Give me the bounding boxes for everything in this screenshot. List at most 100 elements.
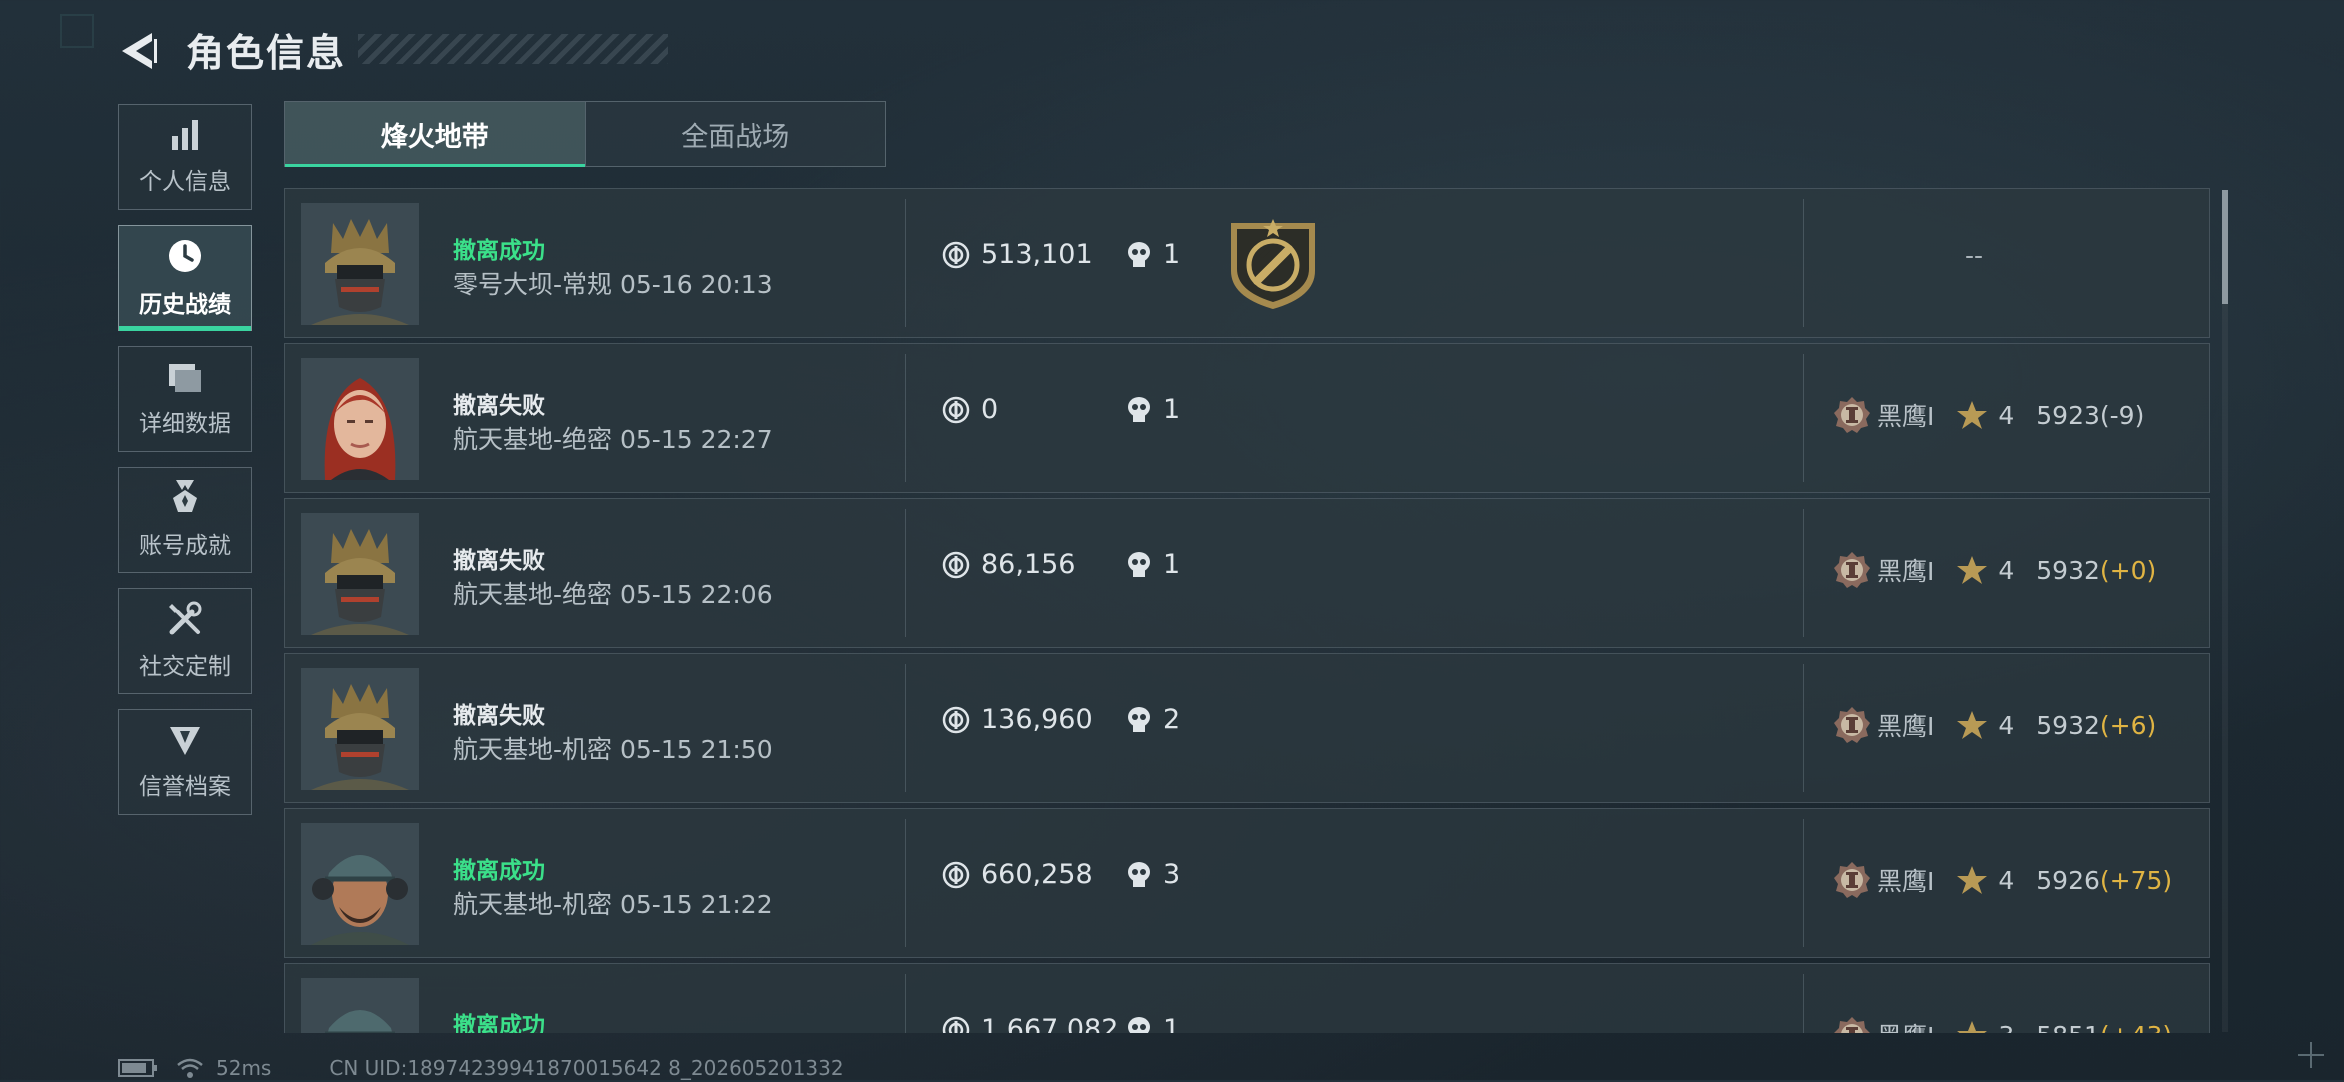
star-icon	[1957, 401, 1988, 429]
coin-icon	[942, 241, 970, 268]
map-name: 航天基地-绝密	[453, 580, 613, 609]
loot-value-text: 1,667,082	[981, 1014, 1119, 1033]
scrollbar[interactable]	[2222, 190, 2228, 1032]
rank-emblem-icon	[1834, 397, 1870, 433]
match-meta: 航天基地-机密 05-15 21:22	[453, 885, 773, 921]
battery-icon	[118, 1059, 157, 1077]
divider	[905, 354, 906, 482]
sidebar-item-detailed-data[interactable]: 详细数据	[118, 346, 252, 452]
extraction-status: 撤离失败	[453, 393, 545, 419]
skull-icon	[1128, 861, 1150, 887]
user-uid: CN UID:18974239941870015642 8_2026052013…	[329, 1056, 844, 1080]
rank-score: 5926	[2036, 865, 2100, 895]
rank-name: 黑鹰I	[1877, 867, 1935, 896]
star-icon	[1957, 866, 1988, 894]
match-record-row[interactable]: 撤离失败 航天基地-绝密 05-15 22:06 86,156 1 黑鹰I 4 5932 (+…	[284, 498, 2210, 648]
operator-avatar	[301, 668, 419, 790]
coin-icon	[942, 1016, 970, 1033]
sidebar-item-label: 个人信息	[139, 169, 231, 195]
skull-icon	[1128, 241, 1150, 267]
score-change: (+43)	[2100, 1021, 2172, 1034]
star-count: 4	[1998, 865, 2015, 895]
divider	[1803, 974, 1804, 1033]
kill-count-text: 1	[1163, 394, 1181, 425]
shield-icon	[170, 727, 200, 755]
clock-icon	[169, 240, 201, 272]
title-decoration	[358, 34, 668, 64]
score-change: (+75)	[2099, 865, 2173, 895]
rank-score: 5923	[2036, 400, 2100, 430]
divider	[1803, 199, 1804, 327]
tab-battlefield[interactable]: 全面战场	[584, 102, 886, 166]
match-record-row[interactable]: 撤离失败 航天基地-绝密 05-15 22:27 0 1 黑鹰I 4 5923 (-9)	[284, 343, 2210, 493]
rank-emblem-icon	[1834, 552, 1870, 588]
kill-count-text: 2	[1163, 704, 1181, 735]
loot-value: 86,156	[941, 549, 1075, 580]
rank-name: 黑鹰I	[1877, 712, 1935, 741]
kill-count: 2	[1125, 704, 1180, 735]
sidebar-item-label: 社交定制	[139, 654, 231, 680]
match-record-row[interactable]: 撤离成功 零号大坝-常规 05-16 20:13 513,101 1 --	[284, 188, 2210, 338]
scrollbar-thumb[interactable]	[2222, 190, 2228, 304]
kill-count-text: 1	[1163, 239, 1181, 270]
loot-value: 660,258	[941, 859, 1093, 890]
match-record-row[interactable]: 撤离成功 1,667,082 1 黑鹰I 3 5851(+43)	[284, 963, 2210, 1033]
sidebar-item-match-history[interactable]: 历史战绩	[118, 225, 252, 331]
kill-count: 1	[1125, 394, 1180, 425]
divider	[1803, 664, 1804, 792]
star-count: 4	[1998, 400, 2015, 430]
kill-count: 1	[1125, 549, 1180, 580]
divider	[905, 509, 906, 637]
map-name: 航天基地-机密	[453, 735, 613, 764]
rank-emblem-icon	[1834, 707, 1870, 743]
sidebar-item-label: 历史战绩	[139, 292, 231, 318]
match-time: 05-16 20:13	[619, 270, 773, 299]
rank-score: 5932	[2036, 555, 2100, 585]
map-name: 航天基地-机密	[453, 890, 613, 919]
network-ping: 52ms	[216, 1056, 272, 1080]
star-count: 3	[1998, 1021, 2014, 1034]
extraction-status: 撤离失败	[453, 703, 545, 729]
star-icon	[1957, 556, 1988, 584]
back-arrow-icon	[122, 33, 157, 69]
rank-info: 黑鹰I 3 5851(+43)	[1833, 1016, 2172, 1033]
medal-icon	[173, 480, 197, 512]
sidebar-item-social[interactable]: 社交定制	[118, 588, 252, 694]
loot-value-text: 0	[981, 394, 999, 425]
sidebar-item-credit[interactable]: 信誉档案	[118, 709, 252, 815]
star-count: 4	[1998, 555, 2015, 585]
kill-count: 3	[1125, 859, 1180, 890]
bar-chart-icon	[172, 120, 198, 150]
status-bar: 52ms CN UID:18974239941870015642 8_20260…	[118, 1054, 844, 1082]
star-icon	[1957, 711, 1988, 739]
rank-name: 黑鹰I	[1877, 1017, 1934, 1033]
rank-placeholder: --	[1965, 241, 1984, 270]
rank-info: 黑鹰I 4 5923 (-9)	[1833, 396, 2144, 434]
page-header: 角色信息	[118, 22, 668, 76]
rank-name: 黑鹰I	[1877, 402, 1935, 431]
operator-avatar	[301, 358, 419, 480]
sidebar-item-personal-info[interactable]: 个人信息	[118, 104, 252, 210]
back-button[interactable]	[118, 27, 160, 71]
kill-count-text: 1	[1163, 1014, 1181, 1033]
operator-avatar	[301, 203, 419, 325]
tools-icon	[169, 601, 202, 635]
match-meta: 零号大坝-常规 05-16 20:13	[453, 265, 773, 301]
rank-score: 5932	[2036, 710, 2100, 740]
loot-value: 0	[941, 394, 998, 425]
extraction-status: 撤离成功	[453, 858, 545, 884]
kill-count: 1	[1125, 239, 1180, 270]
extraction-badge	[1227, 217, 1319, 315]
extraction-badge-icon	[1231, 219, 1315, 309]
loot-value-text: 513,101	[981, 239, 1093, 270]
sidebar-item-achievements[interactable]: 账号成就	[118, 467, 252, 573]
rank-info: 黑鹰I 4 5926 (+75)	[1833, 861, 2172, 899]
rank-emblem-icon	[1834, 862, 1870, 898]
match-record-row[interactable]: 撤离成功 航天基地-机密 05-15 21:22 660,258 3 黑鹰I 4 5926(…	[284, 808, 2210, 958]
tab-warzone[interactable]: 烽火地带	[285, 102, 585, 167]
score-change: (-9)	[2099, 400, 2145, 430]
skull-icon	[1128, 1016, 1150, 1033]
match-record-row[interactable]: 撤离失败 航天基地-机密 05-15 21:50 136,960 2 黑鹰I 4 5932(…	[284, 653, 2210, 803]
sidebar-item-label: 详细数据	[139, 411, 231, 437]
loot-value: 513,101	[941, 239, 1093, 270]
